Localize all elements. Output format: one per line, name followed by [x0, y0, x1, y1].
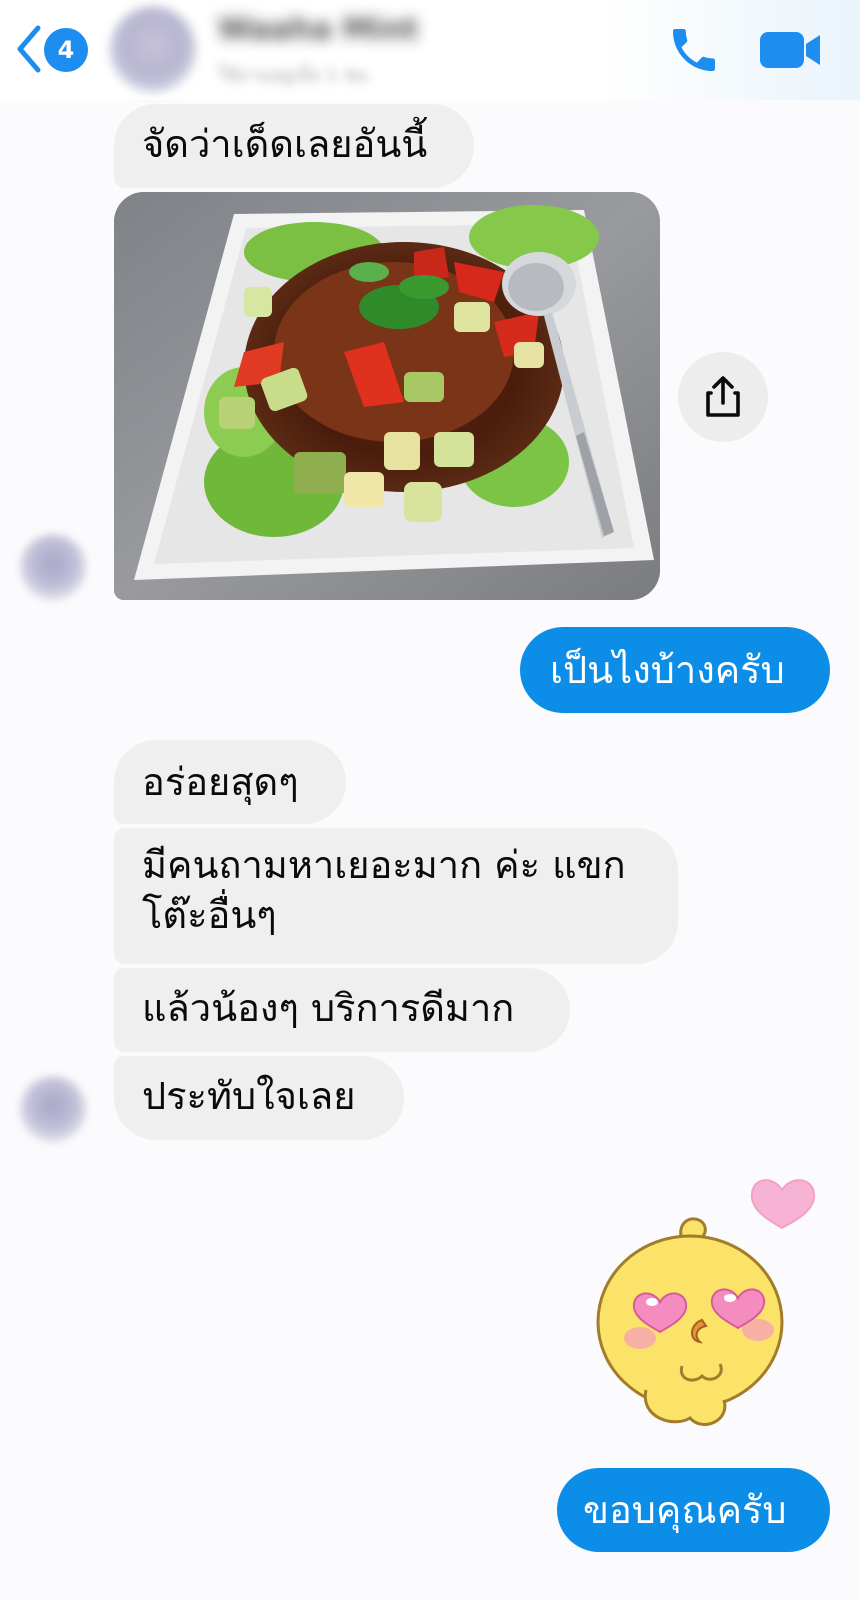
sender-avatar[interactable]: [20, 1076, 86, 1142]
contact-name[interactable]: Waaha Mint: [218, 12, 418, 47]
chick-heart-eyes-sticker[interactable]: [590, 1170, 820, 1440]
chick-sticker-image: [596, 1179, 816, 1426]
contact-status: ใช้งานอยู่เมื่อ 1 ชม.: [218, 65, 374, 86]
incoming-message[interactable]: อร่อยสุดๆ: [114, 740, 346, 824]
outgoing-message[interactable]: ขอบคุณครับ: [557, 1468, 830, 1552]
incoming-message[interactable]: มีคนถามหาเยอะมาก ค่ะ แขกโต๊ะอื่นๆ: [114, 828, 678, 964]
share-icon: [706, 376, 740, 417]
call-button[interactable]: [666, 22, 722, 78]
share-button[interactable]: [678, 352, 768, 442]
sender-avatar[interactable]: [20, 534, 86, 600]
outgoing-message[interactable]: เป็นไงบ้างครับ: [520, 627, 830, 713]
unread-count-badge: 4: [44, 28, 88, 72]
chevron-left-icon: [17, 25, 41, 73]
phone-icon: [673, 29, 715, 71]
incoming-message[interactable]: จัดว่าเด็ดเลยอันนี้: [114, 104, 474, 188]
chat-header: 4 Waaha Mint ใช้งานอยู่เมื่อ 1 ชม.: [0, 0, 860, 100]
video-call-button[interactable]: [758, 26, 824, 74]
food-photo-message[interactable]: [114, 192, 660, 600]
video-camera-icon: [760, 32, 820, 68]
incoming-message[interactable]: ประทับใจเลย: [114, 1056, 404, 1140]
contact-avatar[interactable]: [110, 6, 196, 92]
incoming-message[interactable]: แล้วน้องๆ บริการดีมาก: [114, 968, 570, 1052]
food-photo: [114, 192, 660, 600]
